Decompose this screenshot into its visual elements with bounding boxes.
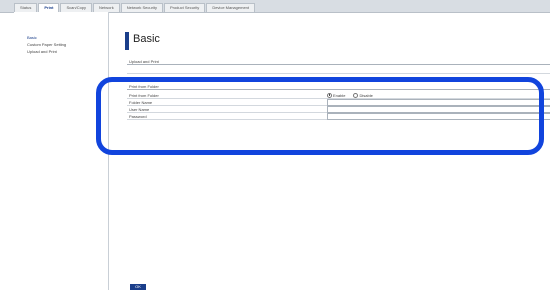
sidebar: Basic Custom Paper Setting Upload and Pr…	[14, 12, 109, 290]
tab-network[interactable]: Network	[93, 3, 120, 12]
tab-network-security[interactable]: Network Security	[120, 3, 163, 12]
sidebar-item-upload-and-print[interactable]: Upload and Print	[27, 49, 57, 54]
upload-and-print-section: Upload and Print	[127, 59, 550, 65]
tab-bar: Status Print Scan/Copy Network Network S…	[14, 3, 256, 13]
sidebar-item-custom-paper-setting[interactable]: Custom Paper Setting	[27, 42, 66, 47]
tab-status[interactable]: Status	[14, 3, 38, 12]
tab-scan-copy[interactable]: Scan/Copy	[60, 3, 93, 12]
tab-device-management[interactable]: Device Management	[206, 3, 255, 12]
title-accent-bar	[125, 32, 129, 50]
section-title-upload-and-print: Upload and Print	[129, 59, 162, 64]
tab-product-security[interactable]: Product Security	[163, 3, 206, 12]
sidebar-item-basic[interactable]: Basic	[27, 35, 37, 40]
callout-highlight	[96, 77, 544, 155]
upload-and-print-row	[127, 67, 550, 74]
ok-button[interactable]: OK	[130, 284, 146, 290]
page-title: Basic	[133, 33, 160, 45]
